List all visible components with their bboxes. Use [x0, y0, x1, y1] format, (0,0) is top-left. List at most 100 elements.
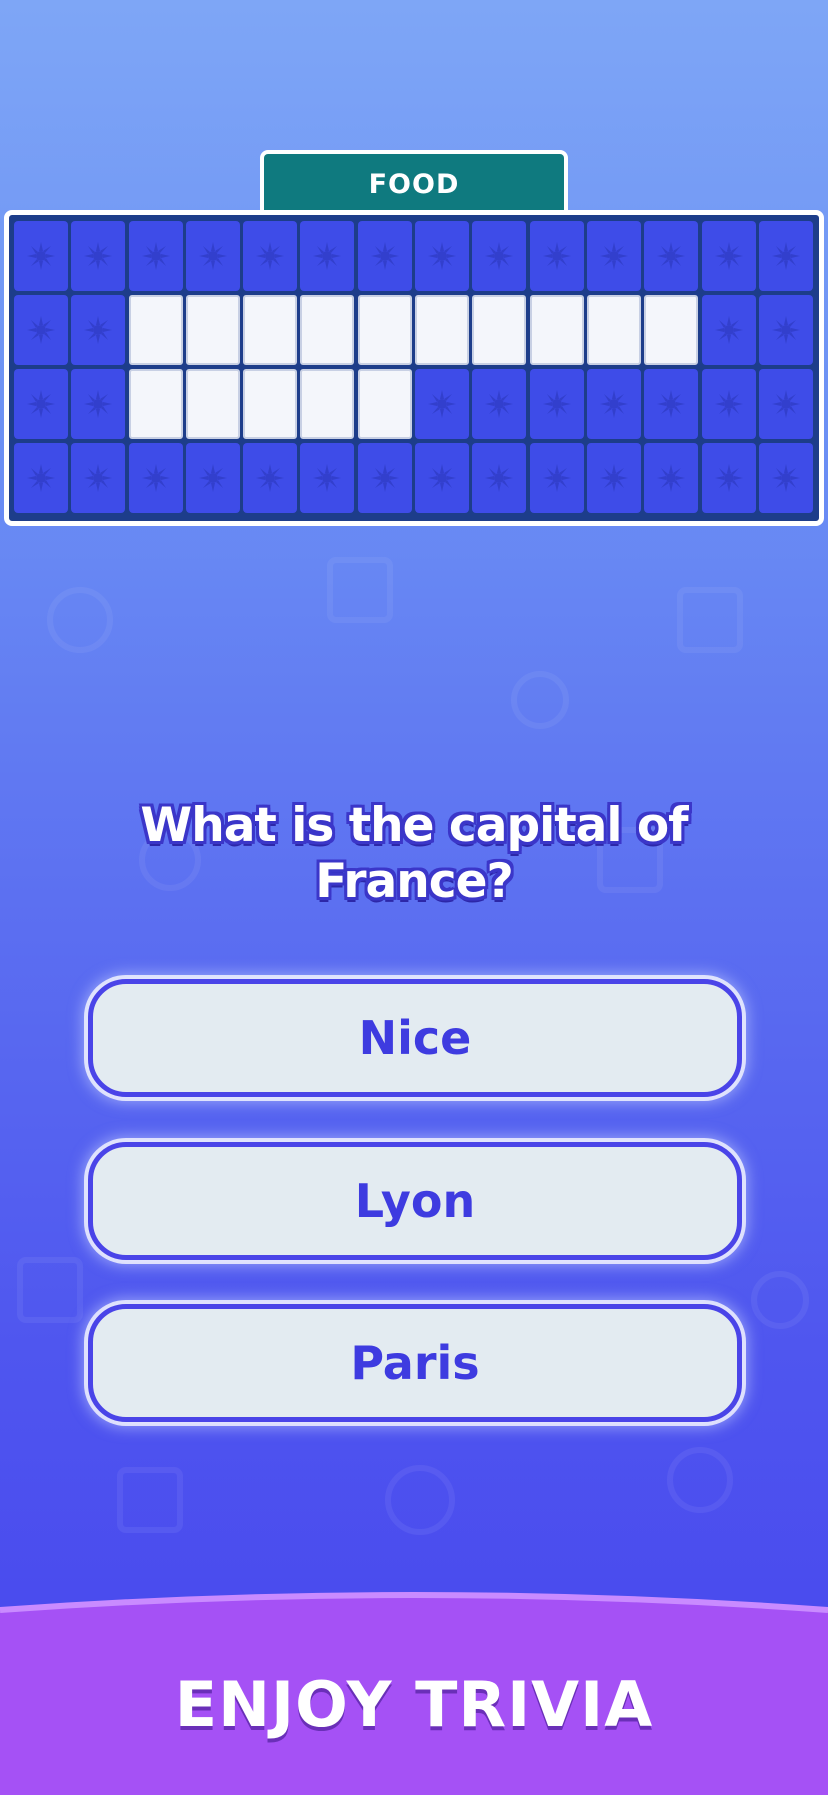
footer-banner: ENJOY TRIVIA	[0, 1590, 828, 1795]
tile-emblem-icon	[542, 242, 571, 270]
board-tile-empty	[758, 295, 813, 365]
tile-emblem-icon	[657, 390, 686, 418]
board-tile-empty	[758, 443, 813, 513]
question-text: What is the capital of France?	[140, 798, 688, 909]
answer-button-2[interactable]: Lyon	[88, 1142, 742, 1260]
tile-emblem-icon	[27, 390, 55, 418]
board-tile-letter	[415, 295, 470, 365]
board-tile-empty	[472, 221, 527, 291]
board-tile-letter	[185, 369, 240, 439]
tile-emblem-icon	[771, 390, 800, 418]
board-tile-letter	[128, 369, 183, 439]
board-tile-letter	[357, 369, 412, 439]
board-tile-empty	[758, 221, 813, 291]
board-tile-letter	[357, 295, 412, 365]
board-tile-empty	[128, 221, 183, 291]
board-tile-letter	[529, 295, 584, 365]
category-label: FOOD	[260, 150, 568, 214]
board-tile-empty	[586, 443, 641, 513]
board-tile-empty	[472, 369, 527, 439]
tile-emblem-icon	[714, 390, 743, 418]
tile-emblem-icon	[428, 390, 457, 418]
tile-emblem-icon	[428, 242, 457, 270]
board-tile-empty	[185, 221, 240, 291]
tile-emblem-icon	[485, 464, 514, 492]
board-tile-empty	[14, 369, 68, 439]
board-tile-empty	[701, 369, 756, 439]
tile-emblem-icon	[256, 242, 285, 270]
puzzle-grid	[14, 221, 814, 513]
board-tile-empty	[701, 221, 756, 291]
tile-emblem-icon	[714, 242, 743, 270]
board-tile-empty	[758, 369, 813, 439]
tile-emblem-icon	[599, 390, 628, 418]
tile-emblem-icon	[542, 390, 571, 418]
board-tile-letter	[472, 295, 527, 365]
tile-emblem-icon	[84, 242, 113, 270]
tile-emblem-icon	[599, 464, 628, 492]
board-tile-empty	[644, 369, 699, 439]
board-tile-empty	[71, 221, 126, 291]
tile-emblem-icon	[370, 464, 399, 492]
board-tile-empty	[128, 443, 183, 513]
tile-emblem-icon	[714, 316, 743, 344]
board-tile-empty	[300, 443, 355, 513]
board-tile-empty	[415, 369, 470, 439]
board-tile-empty	[71, 369, 126, 439]
board-tile-letter	[300, 369, 355, 439]
board-tile-letter	[300, 295, 355, 365]
board-tile-empty	[300, 221, 355, 291]
board-tile-empty	[71, 443, 126, 513]
tile-emblem-icon	[27, 464, 55, 492]
tile-emblem-icon	[256, 464, 285, 492]
board-tile-empty	[71, 295, 126, 365]
board-tile-empty	[644, 443, 699, 513]
board-tile-letter	[128, 295, 183, 365]
tile-emblem-icon	[27, 242, 55, 270]
tile-emblem-icon	[84, 390, 113, 418]
answer-button-1[interactable]: Nice	[88, 979, 742, 1097]
tile-emblem-icon	[84, 316, 113, 344]
board-tile-empty	[14, 221, 68, 291]
board-tile-empty	[701, 443, 756, 513]
board-tile-empty	[701, 295, 756, 365]
tile-emblem-icon	[599, 242, 628, 270]
board-tile-empty	[529, 221, 584, 291]
board-tile-empty	[586, 221, 641, 291]
tile-emblem-icon	[657, 464, 686, 492]
tile-emblem-icon	[542, 464, 571, 492]
board-tile-empty	[357, 221, 412, 291]
answer-button-3[interactable]: Paris	[88, 1304, 742, 1422]
board-tile-letter	[243, 369, 298, 439]
board-tile-empty	[185, 443, 240, 513]
tile-emblem-icon	[714, 464, 743, 492]
board-tile-letter	[185, 295, 240, 365]
tile-emblem-icon	[370, 242, 399, 270]
tile-emblem-icon	[198, 242, 227, 270]
tile-emblem-icon	[141, 464, 170, 492]
board-tile-empty	[415, 443, 470, 513]
puzzle-board	[4, 210, 824, 526]
board-tile-empty	[529, 443, 584, 513]
board-tile-empty	[415, 221, 470, 291]
tile-emblem-icon	[313, 242, 342, 270]
board-tile-empty	[14, 295, 68, 365]
tile-emblem-icon	[771, 316, 800, 344]
board-tile-letter	[243, 295, 298, 365]
board-tile-empty	[243, 443, 298, 513]
board-tile-letter	[586, 295, 641, 365]
tile-emblem-icon	[485, 242, 514, 270]
board-tile-empty	[586, 369, 641, 439]
tile-emblem-icon	[771, 464, 800, 492]
tile-emblem-icon	[771, 242, 800, 270]
board-tile-empty	[357, 443, 412, 513]
board-tile-empty	[644, 221, 699, 291]
tile-emblem-icon	[313, 464, 342, 492]
tile-emblem-icon	[198, 464, 227, 492]
tile-emblem-icon	[141, 242, 170, 270]
board-tile-letter	[644, 295, 699, 365]
tile-emblem-icon	[485, 390, 514, 418]
tile-emblem-icon	[428, 464, 457, 492]
board-tile-empty	[14, 443, 68, 513]
board-tile-empty	[472, 443, 527, 513]
